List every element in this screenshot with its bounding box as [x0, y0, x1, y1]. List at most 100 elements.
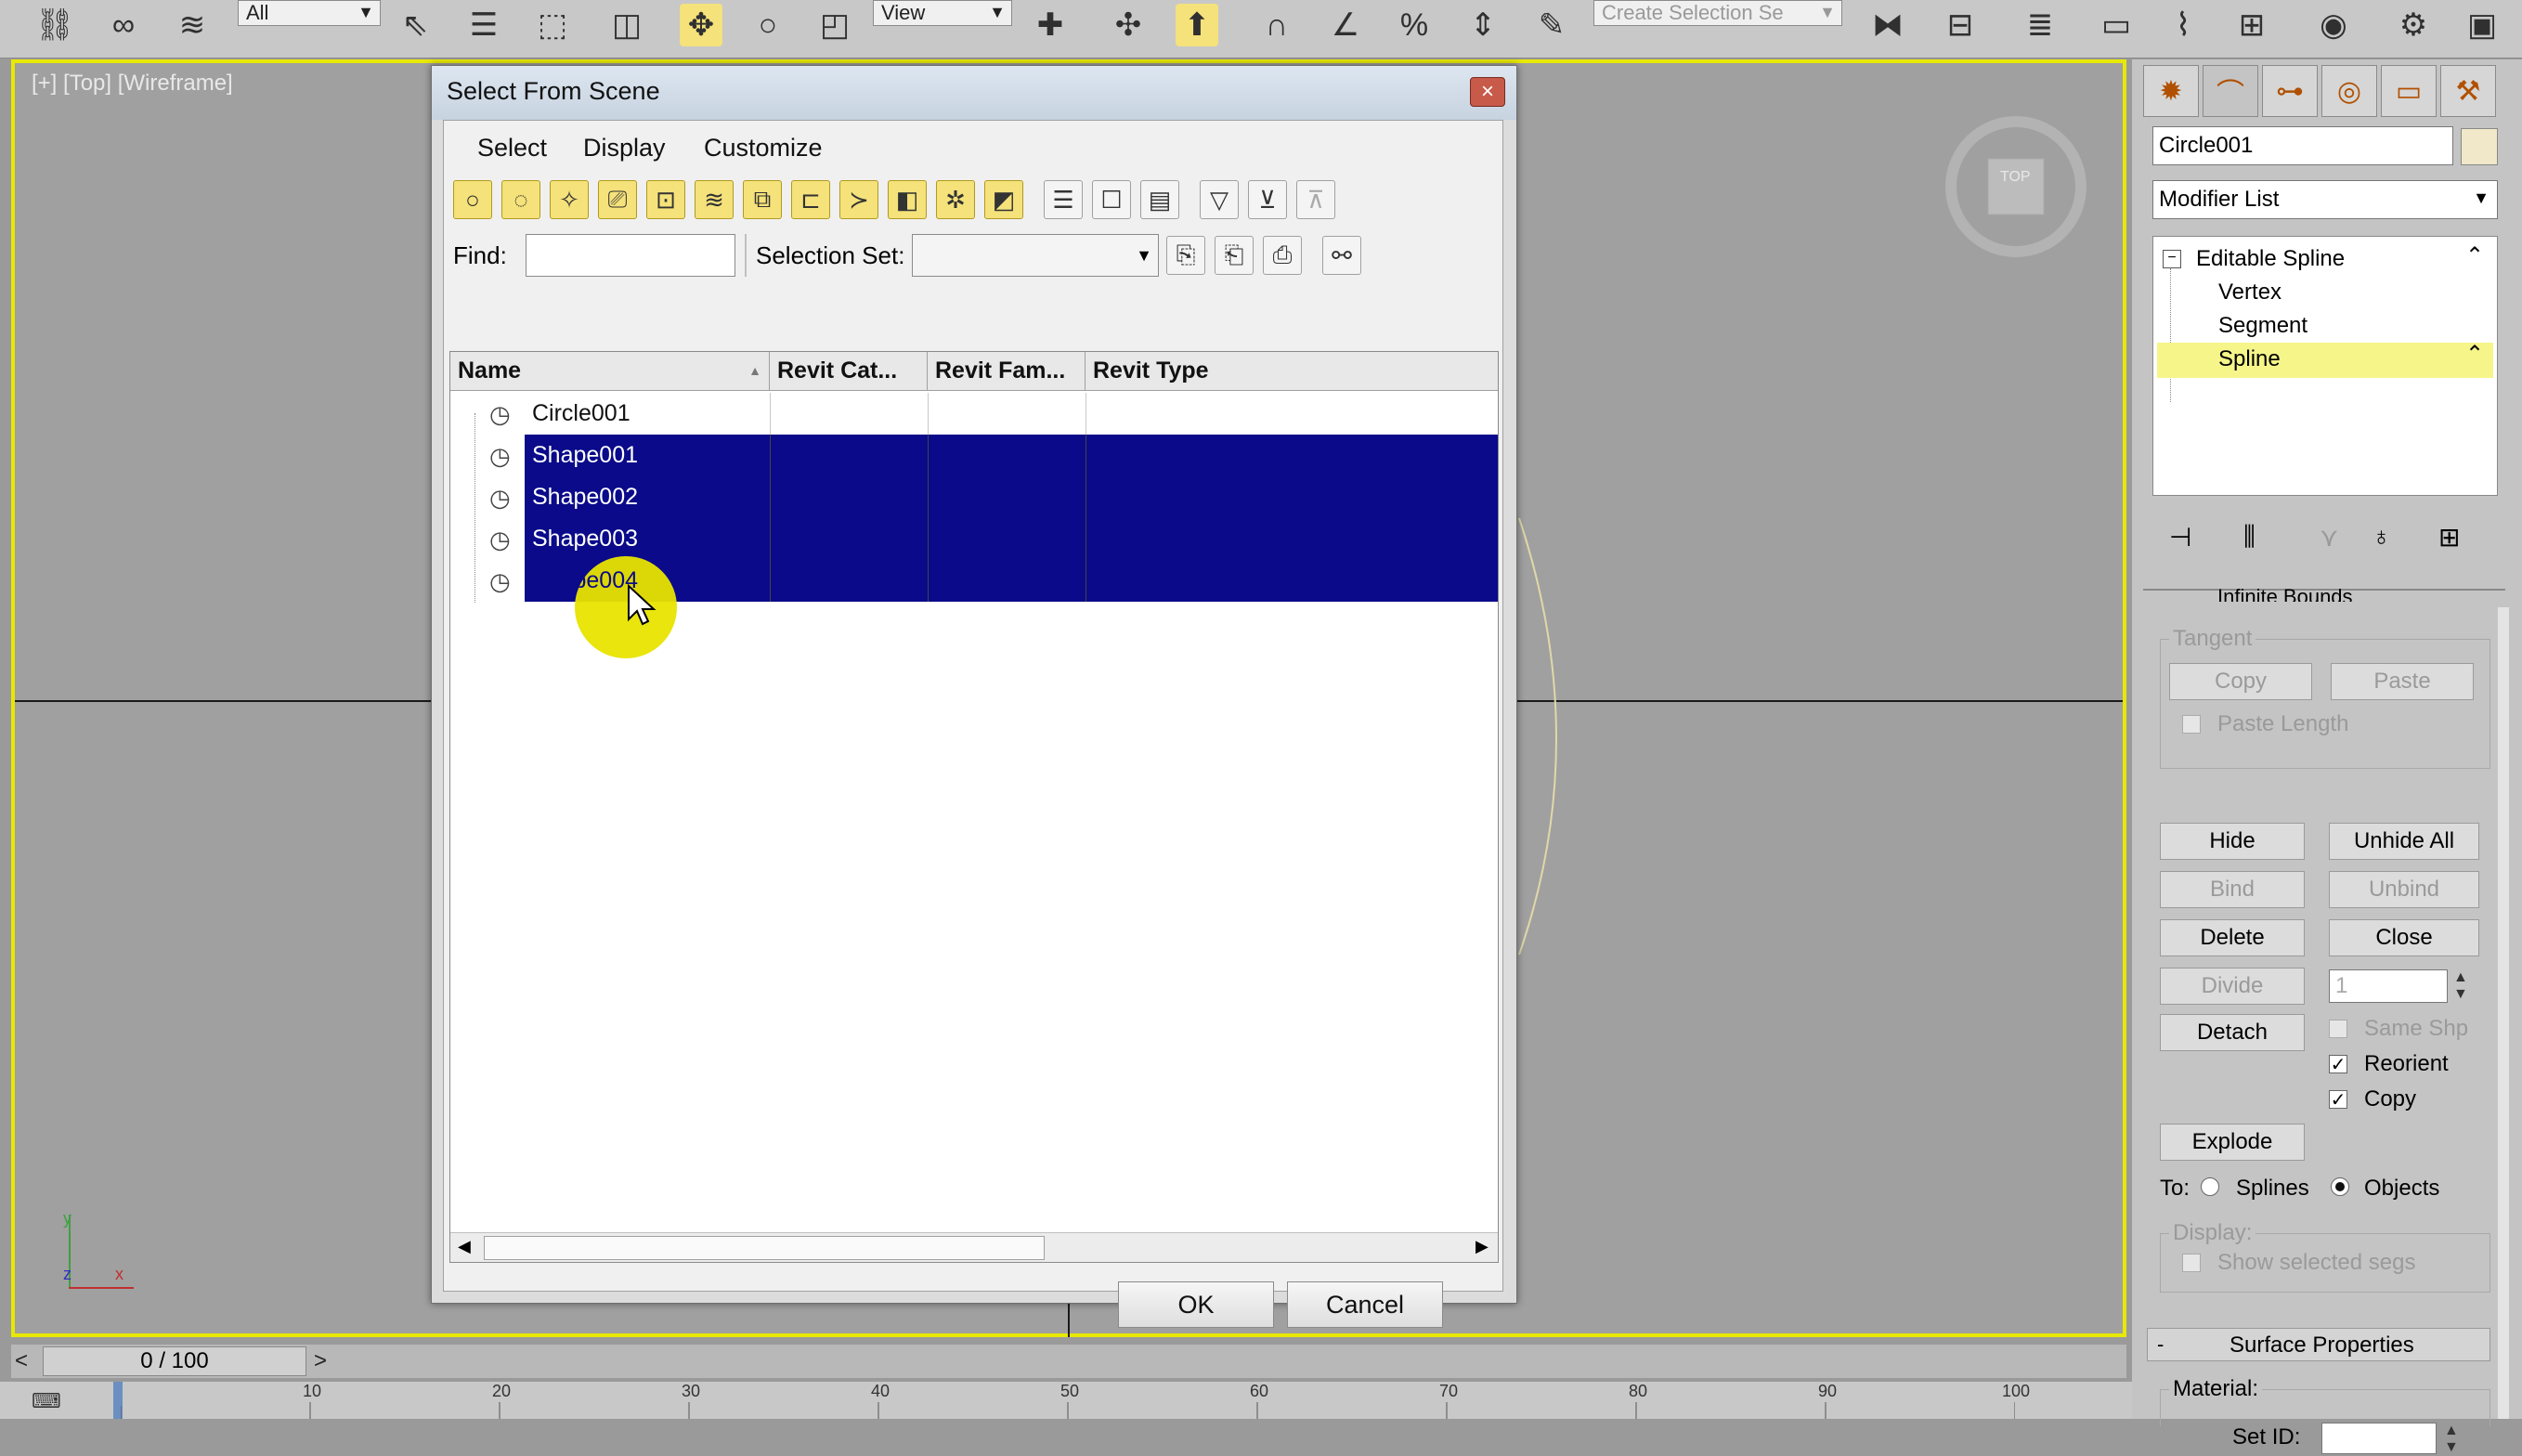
select-and-scale-icon[interactable]: ◰ [813, 4, 856, 46]
configure-modifier-sets-icon[interactable]: ⊞ [2438, 522, 2460, 552]
explode-button[interactable]: Explode [2160, 1124, 2305, 1161]
render-frame-icon[interactable]: ▣ [2461, 4, 2503, 46]
divide-button[interactable]: Divide [2160, 968, 2305, 1005]
hide-button[interactable]: Hide [2160, 823, 2305, 860]
explode-to-splines-radio[interactable] [2201, 1177, 2219, 1196]
list-horizontal-scrollbar[interactable]: ◀ ▶ [450, 1232, 1498, 1262]
ok-button[interactable]: OK [1118, 1281, 1274, 1328]
material-editor-icon[interactable]: ◉ [2312, 4, 2355, 46]
selection-set-add-icon[interactable]: ⎗ [1215, 236, 1254, 275]
time-prev-button[interactable]: < [15, 1348, 28, 1374]
selection-set-remove-icon[interactable]: ⎙ [1263, 236, 1302, 275]
create-tab-icon[interactable]: ✹ [2143, 65, 2199, 117]
paste-tangent-button[interactable]: Paste [2331, 663, 2474, 700]
reference-coordinate-dropdown[interactable]: View ▼ [873, 0, 1012, 26]
hierarchy-tab-icon[interactable]: ⊶ [2262, 65, 2318, 117]
display-hidden-icon[interactable]: ◩ [984, 180, 1023, 219]
track-bar-menu-icon[interactable]: ⌨ [32, 1389, 69, 1413]
list-item-name[interactable]: Circle001 [532, 400, 630, 427]
scroll-right-icon[interactable]: ▶ [1476, 1237, 1488, 1256]
time-next-button[interactable]: > [314, 1348, 327, 1374]
delete-button[interactable]: Delete [2160, 919, 2305, 956]
make-unique-icon[interactable]: ⋎ [2320, 522, 2339, 552]
menu-select[interactable]: Select [477, 134, 547, 162]
selection-set-create-icon[interactable]: ⎘ [1166, 236, 1205, 275]
display-space-warps-icon[interactable]: ≋ [695, 180, 734, 219]
stack-item-segment[interactable]: Segment [2218, 313, 2308, 339]
track-bar[interactable]: ⌨ 10 20 30 40 50 60 70 80 90 100 [0, 1382, 2132, 1419]
select-manipulate-icon[interactable]: ✣ [1107, 4, 1150, 46]
display-shapes-icon[interactable]: ◌ [501, 180, 540, 219]
column-header-revit-type[interactable]: Revit Type [1086, 352, 1498, 391]
curve-editor-icon[interactable]: ⌇ [2162, 4, 2204, 46]
column-header-revit-category[interactable]: Revit Cat... [770, 352, 928, 391]
divide-spinner-icon[interactable]: ▲ ▼ [2453, 969, 2468, 1003]
modifier-stack[interactable]: − Editable Spline ⌃ Vertex Segment Splin… [2152, 236, 2498, 496]
select-and-rotate-icon[interactable]: ○ [747, 4, 789, 46]
set-id-spinner-icon[interactable]: ▲ ▼ [2444, 1423, 2459, 1456]
modify-tab-icon[interactable]: ⌒ [2203, 65, 2258, 117]
column-header-revit-family[interactable]: Revit Fam... [928, 352, 1086, 391]
unhide-all-button[interactable]: Unhide All [2329, 823, 2479, 860]
stack-item-editable-spline[interactable]: Editable Spline [2196, 246, 2345, 272]
dialog-close-button[interactable]: × [1470, 77, 1505, 107]
object-name-field[interactable]: Circle001 [2152, 126, 2453, 165]
scroll-left-icon[interactable]: ◀ [458, 1237, 471, 1256]
display-containers-icon[interactable]: ◧ [888, 180, 927, 219]
list-item-name[interactable]: Shape004 [532, 567, 638, 594]
time-slider-thumb[interactable]: 0 / 100 [43, 1346, 306, 1376]
stack-item-spline[interactable]: Spline [2218, 346, 2281, 372]
stack-item-spline-highlight[interactable] [2157, 343, 2493, 378]
list-item-name[interactable]: Shape002 [532, 484, 638, 511]
close-spline-button[interactable]: Close [2329, 919, 2479, 956]
viewport-label[interactable]: [+] [Top] [Wireframe] [32, 71, 233, 97]
modifier-list-dropdown[interactable]: Modifier List ▼ [2152, 180, 2498, 219]
pin-stack-icon[interactable]: ⊣ [2169, 522, 2191, 552]
layer-manager-icon[interactable]: ≣ [2019, 4, 2061, 46]
unlink-icon[interactable]: ∞ [102, 4, 145, 46]
menu-display[interactable]: Display [583, 134, 666, 162]
display-all-icon[interactable]: ☰ [1044, 180, 1083, 219]
column-header-name[interactable]: Name ▲ [450, 352, 770, 391]
selection-set-dropdown[interactable]: ▼ [912, 234, 1159, 277]
copy-checkbox[interactable]: ✓ [2329, 1090, 2347, 1110]
window-crossing-icon[interactable]: ◫ [605, 4, 648, 46]
list-item-name[interactable]: Shape003 [532, 526, 638, 552]
chevron-up-icon[interactable]: ⌃ [2465, 341, 2484, 368]
remove-modifier-icon[interactable]: ♁ [2372, 522, 2391, 552]
mirror-icon[interactable]: ⧓ [1866, 4, 1909, 46]
spinner-snap-icon[interactable]: ⇕ [1462, 4, 1504, 46]
copy-tangent-button[interactable]: Copy [2169, 663, 2312, 700]
divide-count-field[interactable]: 1 [2329, 969, 2448, 1003]
graphite-modeling-icon[interactable]: ▭ [2095, 4, 2138, 46]
select-dependents-icon[interactable]: ⚯ [1322, 236, 1361, 275]
display-geometry-icon[interactable]: ○ [453, 180, 492, 219]
list-row-circle001[interactable]: ◷ Circle001 [450, 393, 1498, 435]
motion-tab-icon[interactable]: ◎ [2321, 65, 2377, 117]
scene-object-list[interactable]: Name ▲ Revit Cat... Revit Fam... Revit T… [449, 351, 1499, 1263]
align-icon[interactable]: ⊟ [1939, 4, 1982, 46]
rectangular-selection-icon[interactable]: ⬚ [531, 4, 574, 46]
display-cameras-icon[interactable]: ⎚ [598, 180, 637, 219]
find-input[interactable] [526, 234, 735, 277]
viewcube[interactable] [1937, 108, 2095, 266]
utilities-tab-icon[interactable]: ⚒ [2440, 65, 2496, 117]
filter-disabled-icon[interactable]: ⊼ [1296, 180, 1335, 219]
keyboard-shortcut-override-icon[interactable]: ⬆ [1176, 4, 1218, 46]
select-and-link-icon[interactable]: ⛓ [33, 4, 76, 46]
schematic-view-icon[interactable]: ⊞ [2230, 4, 2273, 46]
bind-space-warp-icon[interactable]: ≋ [171, 4, 214, 46]
selection-filter-dropdown[interactable]: All ▼ [238, 0, 381, 26]
display-lights-icon[interactable]: ✧ [550, 180, 589, 219]
list-item-name[interactable]: Shape001 [532, 442, 638, 469]
cancel-button[interactable]: Cancel [1287, 1281, 1443, 1328]
filter-options-icon[interactable]: ⊻ [1248, 180, 1287, 219]
explode-to-objects-radio[interactable] [2331, 1177, 2349, 1196]
display-none-icon[interactable]: ☐ [1092, 180, 1131, 219]
render-setup-icon[interactable]: ⚙ [2392, 4, 2435, 46]
display-tab-icon[interactable]: ▭ [2381, 65, 2437, 117]
dialog-title-bar[interactable]: Select From Scene × [432, 66, 1516, 120]
show-selected-segs-checkbox[interactable] [2182, 1254, 2201, 1272]
display-invert-icon[interactable]: ▤ [1140, 180, 1179, 219]
surface-properties-rollout-header[interactable]: - Surface Properties [2147, 1328, 2490, 1361]
